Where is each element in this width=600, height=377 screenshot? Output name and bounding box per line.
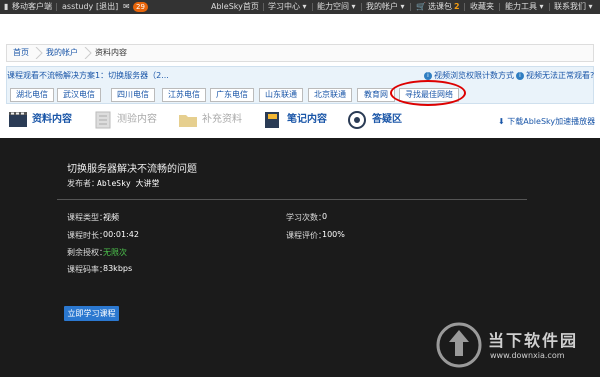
route-button[interactable]: 山东联通 <box>259 88 303 102</box>
route-button[interactable]: 江苏电信 <box>162 88 206 102</box>
notebook-icon <box>265 112 279 128</box>
bitrate-label: 课程码率： <box>67 265 107 274</box>
nav-favorites[interactable]: 收藏夹 <box>470 0 494 14</box>
breadcrumb-my-account[interactable]: 我的帐户 <box>46 45 78 61</box>
breadcrumb-current: 资料内容 <box>95 48 127 57</box>
separator: | <box>262 2 265 11</box>
message-count-badge: 29 <box>133 2 148 12</box>
nav-my-account-label: 我的帐户 <box>366 2 398 11</box>
nav-study-center[interactable]: 学习中心 ▾ <box>268 0 307 14</box>
tab-notes[interactable]: 笔记内容 <box>287 106 327 134</box>
info-icon: i <box>424 71 432 80</box>
cart-icon[interactable]: 🛒 <box>416 0 426 14</box>
mail-icon[interactable]: ✉ <box>123 0 130 14</box>
cart-count: 2 <box>454 2 460 11</box>
route-button[interactable]: 湖北电信 <box>10 88 54 102</box>
highlight-circle <box>390 80 466 106</box>
tab-supplementary[interactable]: 补充资料 <box>202 106 242 134</box>
tab-qa[interactable]: 答疑区 <box>372 106 402 134</box>
rating-label: 课程评价： <box>286 231 326 240</box>
logout-link[interactable]: [退出] <box>96 0 118 14</box>
nav-home[interactable]: AbleSky首页 <box>211 0 259 14</box>
nav-contact-label: 联系我们 <box>554 2 586 11</box>
quiz-icon <box>95 111 111 129</box>
nav-ability-space-label: 能力空间 <box>317 2 349 11</box>
download-player-link[interactable]: ⬇ 下载AbleSky加速播放器 <box>498 116 595 127</box>
chevron-right-icon <box>84 47 92 59</box>
video-issue-label: 视频无法正常观看? <box>526 71 595 80</box>
bitrate-value: 83kbps <box>103 264 133 273</box>
duration-label: 课程时长： <box>67 231 107 240</box>
video-issue-link[interactable]: i 视频无法正常观看? <box>516 70 594 81</box>
download-icon: ⬇ <box>498 117 505 126</box>
separator: | <box>548 2 551 11</box>
license-value: 无限次 <box>103 248 127 257</box>
separator: | <box>311 2 314 11</box>
chevron-right-icon <box>35 47 43 59</box>
course-title: 切换服务器解决不流畅的问题 <box>67 164 197 175</box>
nav-my-account[interactable]: 我的帐户 ▾ <box>366 0 405 14</box>
chevron-down-icon: ▾ <box>588 2 593 11</box>
view-permission-label: 视频浏览权限计数方式 <box>434 71 514 80</box>
chevron-down-icon: ▾ <box>400 2 405 11</box>
separator: | <box>498 2 501 11</box>
chevron-down-icon: ▾ <box>302 2 307 11</box>
folder-icon <box>179 115 197 127</box>
nav-contact[interactable]: 联系我们 ▾ <box>554 0 593 14</box>
publisher-value: AbleSky 大讲堂 <box>97 179 160 188</box>
watermark-name: 当下软件园 <box>488 331 579 350</box>
nav-study-center-label: 学习中心 <box>268 2 300 11</box>
nav-tools-label: 能力工具 <box>505 2 537 11</box>
top-nav-bar: ▮ 移动客户端 | asstudy [退出] ✉ 29 AbleSky首页 | … <box>0 0 600 14</box>
route-button[interactable]: 武汉电信 <box>57 88 101 102</box>
divider <box>57 199 527 200</box>
breadcrumb: 首页 我的帐户 资料内容 <box>6 44 594 62</box>
type-value: 视频 <box>103 213 119 222</box>
study-count-value: 0 <box>322 212 328 221</box>
mobile-icon: ▮ <box>4 2 9 11</box>
server-switch-panel: 课程观看不流畅解决方案1：切换服务器（2... i 视频浏览权限计数方式 i 视频无… <box>6 66 594 104</box>
separator: | <box>360 2 363 11</box>
chevron-down-icon: ▾ <box>539 2 544 11</box>
separator: | <box>463 2 466 11</box>
download-player-label: 下载AbleSky加速播放器 <box>507 117 596 126</box>
watermark-url: www.downxia.com <box>490 351 565 360</box>
username[interactable]: asstudy <box>62 0 93 14</box>
license-label: 剩余授权： <box>67 248 107 257</box>
start-course-button[interactable]: 立即学习课程 <box>64 306 119 321</box>
breadcrumb-home[interactable]: 首页 <box>13 45 29 61</box>
qa-icon <box>348 111 366 129</box>
route-button[interactable]: 广东电信 <box>210 88 254 102</box>
route-button[interactable]: 北京联通 <box>308 88 352 102</box>
nav-ability-space[interactable]: 能力空间 ▾ <box>317 0 356 14</box>
info-icon: i <box>516 71 524 80</box>
publisher-label: 发布者： <box>67 179 99 188</box>
film-icon <box>9 112 27 127</box>
nav-cart[interactable]: 选课包 <box>428 0 452 14</box>
study-count-label: 学习次数： <box>286 213 326 222</box>
tab-quiz[interactable]: 测验内容 <box>117 106 157 134</box>
chevron-down-icon: ▾ <box>351 2 356 11</box>
notice-title[interactable]: 课程观看不流畅解决方案1：切换服务器（2... <box>7 70 169 81</box>
separator: | <box>409 2 412 11</box>
type-label: 课程类型： <box>67 213 107 222</box>
route-button[interactable]: 四川电信 <box>111 88 155 102</box>
rating-value: 100% <box>322 230 345 239</box>
mobile-client-link[interactable]: 移动客户端 <box>12 0 52 14</box>
route-button[interactable]: 教育网 <box>357 88 395 102</box>
separator: | <box>55 2 58 11</box>
tab-materials[interactable]: 资料内容 <box>32 106 72 134</box>
watermark-logo-icon <box>436 322 482 368</box>
view-permission-link[interactable]: i 视频浏览权限计数方式 <box>424 70 514 81</box>
duration-value: 00:01:42 <box>103 230 139 239</box>
nav-tools[interactable]: 能力工具 ▾ <box>505 0 544 14</box>
